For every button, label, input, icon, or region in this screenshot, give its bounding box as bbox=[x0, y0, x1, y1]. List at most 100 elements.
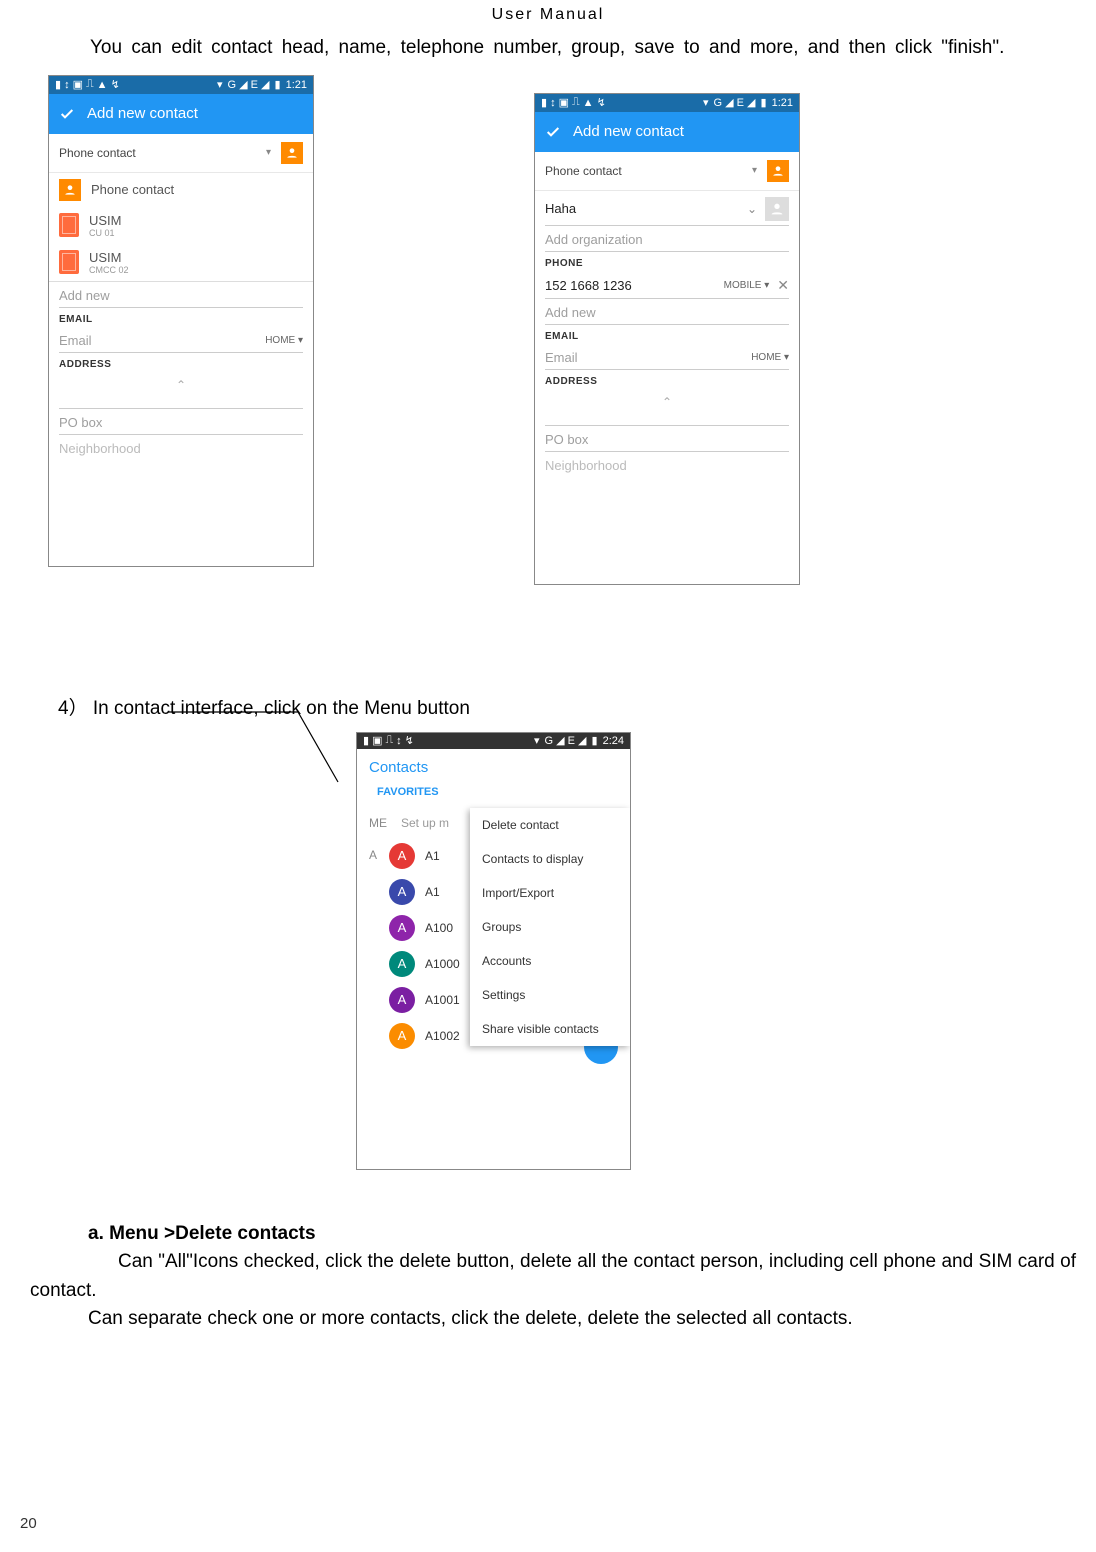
icon: ⎍ bbox=[385, 734, 393, 747]
sim-icon bbox=[59, 250, 79, 274]
option-label: USIM bbox=[89, 213, 122, 228]
add-new-field[interactable]: Add new bbox=[545, 299, 789, 325]
expand-icon[interactable]: ⌄ bbox=[747, 202, 757, 216]
collapse-icon[interactable]: ⌃ bbox=[49, 372, 313, 398]
add-org-input[interactable]: Add organization bbox=[545, 226, 789, 252]
option-usim-2[interactable]: USIM CMCC 02 bbox=[49, 244, 313, 281]
email-input[interactable]: Email HOME ▾ bbox=[545, 344, 789, 370]
status-bar: ▮ ↕ ▣ ⎍ ▲ ↯ ▾ G ◢ E ◢ ▮ 1:21 bbox=[535, 94, 799, 112]
icon: ↕ bbox=[64, 79, 70, 91]
pobox-input[interactable]: PO box bbox=[545, 426, 789, 452]
contact-icon bbox=[767, 160, 789, 182]
step-4-text: 4） In contact interface, click on the Me… bbox=[0, 693, 1096, 720]
wifi-icon: ▾ bbox=[217, 78, 223, 91]
battery-icon: ▮ bbox=[592, 734, 598, 747]
tabs: FAVORITES bbox=[357, 782, 630, 808]
menu-share-contacts[interactable]: Share visible contacts bbox=[470, 1012, 630, 1046]
avatar-icon: A bbox=[389, 879, 415, 905]
option-sublabel: CU 01 bbox=[89, 228, 122, 238]
menu-contacts-display[interactable]: Contacts to display bbox=[470, 842, 630, 876]
caret-down-icon: ▾ bbox=[752, 165, 757, 176]
wifi-icon: ▾ bbox=[534, 734, 540, 747]
phone-section-label: PHONE bbox=[535, 252, 799, 271]
icon: ↯ bbox=[111, 78, 120, 91]
section-a-p1: Can "All"Icons checked, click the delete… bbox=[0, 1248, 1076, 1305]
icon: ↯ bbox=[597, 96, 606, 109]
menu-groups[interactable]: Groups bbox=[470, 910, 630, 944]
clock: 1:21 bbox=[772, 97, 793, 109]
battery-icon: ▮ bbox=[275, 78, 281, 91]
page-number: 20 bbox=[20, 1515, 37, 1532]
account-label: Phone contact bbox=[545, 164, 742, 178]
icon: ▣ bbox=[559, 96, 569, 109]
address-section-label: ADDRESS bbox=[49, 353, 313, 372]
screenshot-add-contact-left: ▮ ↕ ▣ ⎍ ▲ ↯ ▾ G ◢ E ◢ ▮ 1:21 Add new con… bbox=[48, 75, 314, 567]
menu-import-export[interactable]: Import/Export bbox=[470, 876, 630, 910]
section-a-heading: a. Menu >Delete contacts bbox=[58, 1220, 1076, 1249]
caret-down-icon: ▾ bbox=[266, 147, 271, 158]
option-label: USIM bbox=[89, 250, 129, 265]
icon: ▲ bbox=[583, 97, 594, 109]
menu-settings[interactable]: Settings bbox=[470, 978, 630, 1012]
icon: ↯ bbox=[405, 734, 414, 747]
tab-favorites[interactable]: FAVORITES bbox=[369, 782, 447, 802]
contacts-title: Contacts bbox=[357, 749, 630, 782]
avatar-placeholder-icon[interactable] bbox=[765, 197, 789, 221]
app-bar: Add new contact bbox=[535, 112, 799, 152]
address-field-1[interactable] bbox=[59, 398, 303, 409]
option-label: Phone contact bbox=[91, 182, 174, 197]
menu-accounts[interactable]: Accounts bbox=[470, 944, 630, 978]
icon: ⎍ bbox=[572, 96, 580, 109]
account-selector[interactable]: Phone contact ▾ bbox=[535, 152, 799, 191]
collapse-icon[interactable]: ⌃ bbox=[535, 389, 799, 415]
email-input[interactable]: Email HOME ▾ bbox=[59, 327, 303, 353]
alpha-header: A bbox=[357, 838, 377, 862]
signal-icon: G ◢ E ◢ bbox=[545, 734, 587, 747]
contact-icon bbox=[59, 179, 81, 201]
email-type[interactable]: HOME ▾ bbox=[751, 352, 789, 363]
avatar-icon: A bbox=[389, 987, 415, 1013]
address-field-1[interactable] bbox=[545, 415, 789, 426]
app-title: Add new contact bbox=[87, 105, 198, 122]
pobox-input[interactable]: PO box bbox=[59, 409, 303, 435]
option-usim-1[interactable]: USIM CU 01 bbox=[49, 207, 313, 244]
app-title: Add new contact bbox=[573, 123, 684, 140]
icon: ▣ bbox=[73, 78, 83, 91]
check-icon[interactable] bbox=[545, 124, 561, 140]
avatar-icon: A bbox=[389, 843, 415, 869]
menu-delete-contact[interactable]: Delete contact bbox=[470, 808, 630, 842]
option-phone-contact[interactable]: Phone contact bbox=[49, 173, 313, 207]
phone-input[interactable]: 152 1668 1236 MOBILE ▾ ✕ bbox=[545, 271, 789, 299]
setup-profile: Set up m bbox=[401, 816, 449, 830]
add-new-field[interactable]: Add new bbox=[59, 282, 303, 308]
check-icon[interactable] bbox=[59, 106, 75, 122]
account-label: Phone contact bbox=[59, 146, 256, 160]
contact-icon bbox=[281, 142, 303, 164]
icon: ▣ bbox=[372, 734, 382, 747]
icon: ↕ bbox=[396, 735, 402, 747]
name-input[interactable]: Haha ⌄ bbox=[545, 191, 789, 226]
neighborhood-input[interactable]: Neighborhood bbox=[59, 435, 303, 460]
section-a-p2: Can separate check one or more contacts,… bbox=[58, 1305, 1076, 1334]
signal-icon: G ◢ E ◢ bbox=[714, 96, 756, 109]
clock: 2:24 bbox=[603, 735, 624, 747]
sim-icon bbox=[59, 213, 79, 237]
email-type[interactable]: HOME ▾ bbox=[265, 335, 303, 346]
screenshot-contacts-menu: ▮ ▣ ⎍ ↕ ↯ ▾ G ◢ E ◢ ▮ 2:24 Contacts FAVO… bbox=[356, 732, 631, 1170]
intro-text: You can edit contact head, name, telepho… bbox=[0, 30, 1096, 71]
phone-type[interactable]: MOBILE ▾ bbox=[724, 280, 770, 291]
neighborhood-input[interactable]: Neighborhood bbox=[545, 452, 789, 477]
avatar-icon: A bbox=[389, 915, 415, 941]
status-bar: ▮ ▣ ⎍ ↕ ↯ ▾ G ◢ E ◢ ▮ 2:24 bbox=[357, 733, 630, 749]
address-section-label: ADDRESS bbox=[535, 370, 799, 389]
clear-icon[interactable]: ✕ bbox=[777, 277, 789, 294]
icon: ⎍ bbox=[86, 78, 94, 91]
icon: ↕ bbox=[550, 97, 556, 109]
avatar-icon: A bbox=[389, 951, 415, 977]
status-bar: ▮ ↕ ▣ ⎍ ▲ ↯ ▾ G ◢ E ◢ ▮ 1:21 bbox=[49, 76, 313, 94]
battery-icon: ▮ bbox=[761, 96, 767, 109]
signal-icon: G ◢ E ◢ bbox=[228, 78, 270, 91]
page-header: User Manual bbox=[0, 0, 1096, 30]
account-selector[interactable]: Phone contact ▾ bbox=[49, 134, 313, 173]
icon: ▮ bbox=[541, 96, 547, 109]
